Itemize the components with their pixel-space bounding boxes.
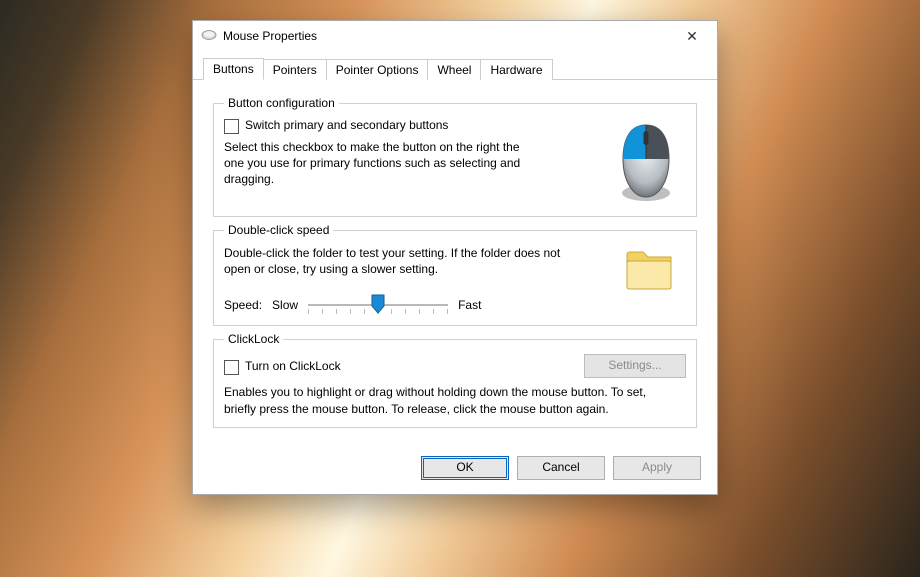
group-clicklock: ClickLock Turn on ClickLock Settings... … [213, 332, 697, 427]
group-double-click-speed: Double-click speed Double-click the fold… [213, 223, 697, 326]
apply-button: Apply [613, 456, 701, 480]
cancel-button[interactable]: Cancel [517, 456, 605, 480]
group-legend-button-config: Button configuration [224, 96, 339, 110]
tabstrip: Buttons Pointers Pointer Options Wheel H… [193, 51, 717, 80]
ok-button[interactable]: OK [421, 456, 509, 480]
window-title: Mouse Properties [223, 29, 317, 43]
tab-pointer-options[interactable]: Pointer Options [326, 59, 429, 80]
speed-label: Speed: [224, 298, 262, 312]
tab-pointers[interactable]: Pointers [263, 59, 327, 80]
dialog-button-bar: OK Cancel Apply [193, 446, 717, 494]
close-button[interactable]: ✕ [671, 22, 713, 50]
clicklock-checkbox[interactable] [224, 360, 239, 375]
group-legend-clicklock: ClickLock [224, 332, 283, 346]
double-click-test-folder[interactable] [614, 245, 686, 295]
clicklock-description: Enables you to highlight or drag without… [224, 384, 654, 416]
double-click-speed-slider[interactable] [308, 295, 448, 315]
clicklock-checkbox-row[interactable]: Turn on ClickLock [224, 359, 584, 374]
button-config-description: Select this checkbox to make the button … [224, 139, 524, 188]
clicklock-checkbox-label: Turn on ClickLock [245, 359, 341, 373]
switch-buttons-label: Switch primary and secondary buttons [245, 118, 448, 132]
tab-hardware[interactable]: Hardware [480, 59, 552, 80]
desktop-background: Mouse Properties ✕ Buttons Pointers Poin… [0, 0, 920, 577]
double-click-description: Double-click the folder to test your set… [224, 245, 564, 277]
mouse-icon [201, 29, 217, 44]
tab-buttons[interactable]: Buttons [203, 58, 264, 80]
tab-wheel[interactable]: Wheel [427, 59, 481, 80]
group-button-configuration: Button configuration Switch primary and … [213, 96, 697, 217]
clicklock-settings-button: Settings... [584, 354, 686, 378]
speed-fast-label: Fast [458, 298, 481, 312]
group-legend-double-click: Double-click speed [224, 223, 333, 237]
mouse-properties-dialog: Mouse Properties ✕ Buttons Pointers Poin… [192, 20, 718, 495]
tab-panel-buttons: Button configuration Switch primary and … [193, 80, 717, 446]
titlebar: Mouse Properties ✕ [193, 21, 717, 51]
switch-buttons-checkbox[interactable] [224, 119, 239, 134]
switch-buttons-checkbox-row[interactable]: Switch primary and secondary buttons [224, 118, 596, 133]
slider-thumb[interactable] [371, 294, 385, 314]
speed-slow-label: Slow [272, 298, 298, 312]
mouse-illustration [606, 118, 686, 206]
